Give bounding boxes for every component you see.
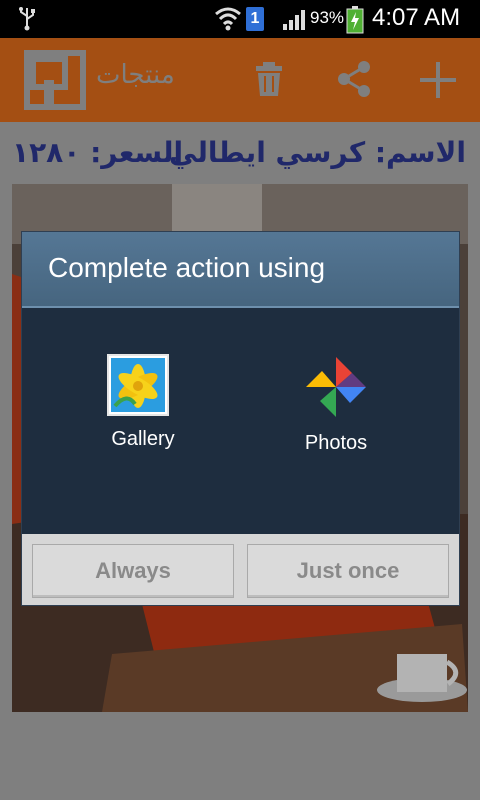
app-logo: [24, 50, 86, 110]
battery-charging-icon: [346, 6, 364, 34]
chooser-dialog: Complete action using Gallery Photos Alw…: [22, 232, 459, 605]
delete-icon[interactable]: [254, 62, 284, 98]
status-bar: 1 93% 4:07 AM: [0, 0, 480, 38]
dialog-title: Complete action using: [48, 252, 326, 283]
battery-percent: 93%: [310, 8, 345, 27]
app-option-photos[interactable]: Photos: [261, 354, 411, 455]
clock: 4:07 AM: [372, 4, 461, 31]
product-price: السعر: ١٢٨٠: [12, 136, 184, 169]
just-once-button[interactable]: Just once: [247, 544, 449, 598]
dialog-button-bar: Always Just once: [22, 534, 459, 605]
app-label-gallery: Gallery: [111, 428, 175, 450]
gallery-icon: [107, 354, 169, 416]
photos-pinwheel-icon: [306, 357, 366, 417]
product-name: الاسم: كرسي ايطالي: [169, 136, 466, 169]
sim-badge: 1: [246, 7, 264, 31]
wifi-icon: [215, 7, 241, 31]
usb-icon: [19, 7, 35, 31]
dialog-header: Complete action using: [22, 232, 459, 308]
always-button[interactable]: Always: [32, 544, 234, 598]
app-label-photos: Photos: [304, 432, 368, 454]
app-option-gallery[interactable]: Gallery: [68, 354, 218, 451]
share-icon[interactable]: [336, 60, 372, 98]
app-title: منتجات: [96, 60, 175, 90]
signal-icon: [283, 10, 305, 30]
add-icon[interactable]: [420, 62, 456, 98]
